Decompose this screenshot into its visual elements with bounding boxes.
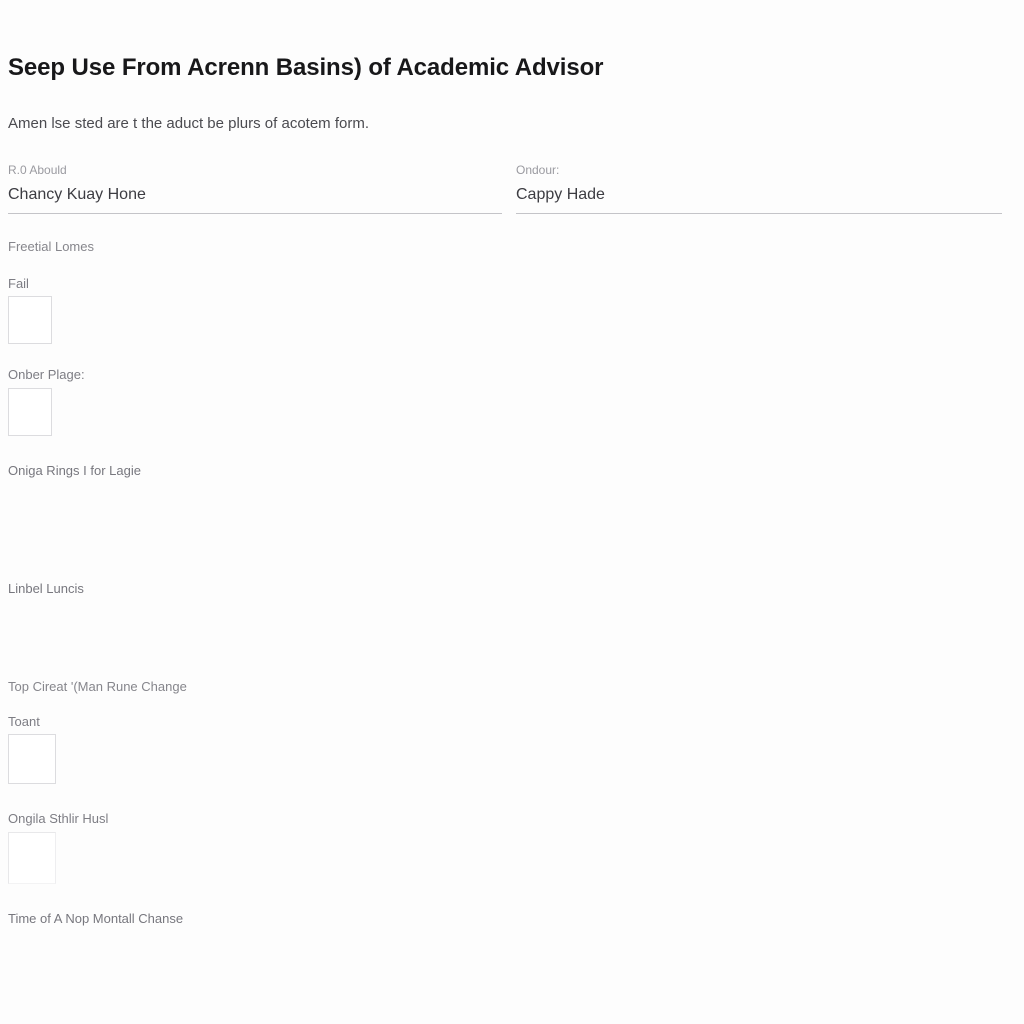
group-label-onber-plage: Onber Plage: [8,367,85,382]
input-box-ongila-sthlir-husl[interactable] [8,832,56,884]
text-field-ondour-label: Ondour: [516,163,560,177]
text-field-ondour[interactable]: Ondour: Cappy Hade [516,163,1002,214]
group-label-toant: Toant [8,714,40,729]
input-box-fail[interactable] [8,296,52,344]
section-heading-freetial-lomes: Freetial Lomes [8,239,94,254]
note-linbel-luncis: Linbel Luncis [8,581,84,596]
section-heading-top-cireat: Top Cireat '(Man Rune Change [8,679,187,694]
note-oniga-rings: Oniga Rings I for Lagie [8,463,141,478]
text-field-ondour-input[interactable]: Cappy Hade [516,184,1002,214]
text-field-abould[interactable]: R.0 Abould Chancy Kuay Hone [8,163,502,214]
text-field-abould-input[interactable]: Chancy Kuay Hone [8,184,502,214]
group-label-ongila-sthlir-husl: Ongila Sthlir Husl [8,811,109,826]
input-box-onber-plage[interactable] [8,388,52,436]
note-time-of-a-nop: Time of A Nop Montall Chanse [8,911,184,926]
group-label-fail: Fail [8,276,29,291]
page-subtitle: Amen lse sted are t the aduct be plurs o… [8,115,370,132]
page-title: Seep Use From Acrenn Basins) of Academic… [8,54,604,81]
text-field-abould-label: R.0 Abould [8,163,67,177]
input-box-toant[interactable] [8,734,56,784]
form-page: Seep Use From Acrenn Basins) of Academic… [0,0,1024,1024]
